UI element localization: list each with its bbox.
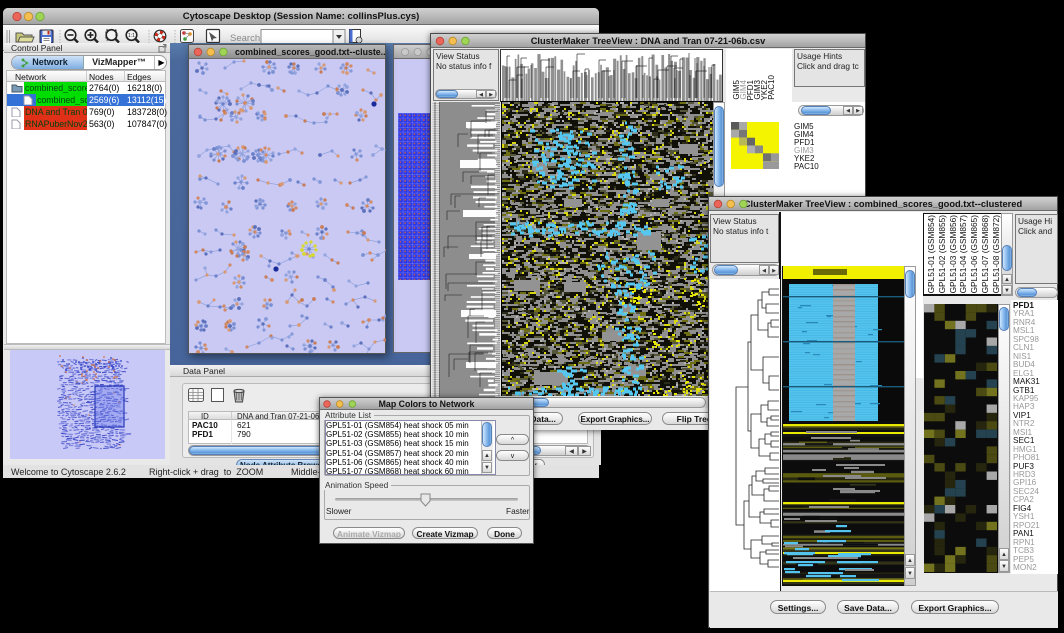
svg-text:1:1: 1:1 (128, 33, 135, 39)
